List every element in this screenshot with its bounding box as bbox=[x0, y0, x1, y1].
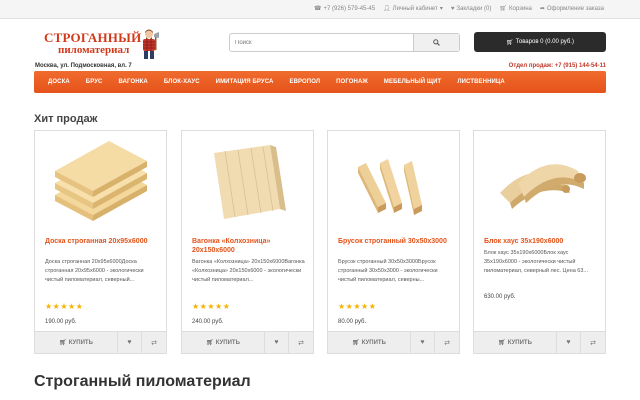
share-icon: ➦ bbox=[539, 6, 545, 12]
cart-icon: 🛒︎ bbox=[498, 340, 506, 346]
product-name[interactable]: Вагонка «Колхозница» 20х150х6000 bbox=[192, 237, 308, 255]
cart-link[interactable]: 🛒︎ Корзина bbox=[499, 6, 531, 12]
heart-icon: ♥ bbox=[450, 6, 455, 12]
product-price: 240.00 руб. bbox=[192, 319, 224, 325]
section-title: Хит продаж bbox=[34, 113, 98, 125]
menu-item-mebelnyi-shchit[interactable]: МЕБЕЛЬНЫЙ ЩИТ bbox=[384, 79, 441, 85]
rating-stars: ★★★★★ bbox=[338, 302, 377, 311]
checkout-link[interactable]: ➦ Оформление заказа bbox=[540, 6, 604, 12]
product-card: Блок хаус 35х190х6000 Блок хаус 35х190х6… bbox=[473, 130, 606, 354]
cart-button-label: Товаров 0 (0.00 руб.) bbox=[515, 39, 574, 45]
menu-item-europol[interactable]: ЕВРОПОЛ bbox=[289, 79, 320, 85]
product-description: Блок хаус 35х190х6000Блок хаус 35х190х60… bbox=[484, 250, 588, 274]
cart-icon: 🛒︎ bbox=[499, 6, 507, 12]
buy-label: КУПИТЬ bbox=[361, 339, 386, 346]
product-price: 80.00 руб. bbox=[338, 319, 367, 325]
product-name[interactable]: Брусок строганный 30х50х3000 bbox=[338, 237, 454, 246]
heart-icon: ♥ bbox=[420, 339, 425, 346]
menu-item-listvennica[interactable]: ЛИСТВЕННИЦА bbox=[457, 79, 505, 85]
product-actions: 🛒︎ КУПИТЬ ♥ ⇄ bbox=[328, 331, 459, 353]
product-image[interactable] bbox=[35, 131, 166, 231]
checkout-text: Оформление заказа bbox=[546, 6, 604, 12]
product-card: Вагонка «Колхозница» 20х150х6000 Вагонка… bbox=[181, 130, 314, 354]
bookmarks-link[interactable]: ♥ Закладки (0) bbox=[451, 6, 492, 12]
exchange-icon: ⇄ bbox=[298, 339, 304, 347]
buy-label: КУПИТЬ bbox=[68, 339, 93, 346]
product-image[interactable] bbox=[474, 131, 605, 231]
logo-line2: пиломатериал bbox=[58, 44, 130, 56]
product-name[interactable]: Блок хаус 35х190х6000 bbox=[484, 237, 600, 246]
exchange-icon: ⇄ bbox=[444, 339, 450, 347]
product-description: Брусок строганный 30х50х3000Брусок строг… bbox=[338, 259, 438, 283]
cart-icon: 🛒︎ bbox=[206, 340, 214, 346]
site-logo[interactable]: Строганный пиломатериал bbox=[44, 28, 159, 62]
product-description: Доска строганная 20х95х6000Доска строган… bbox=[45, 259, 144, 283]
cart-button[interactable]: 🛒︎ Товаров 0 (0.00 руб.) bbox=[474, 32, 606, 52]
wishlist-button[interactable]: ♥ bbox=[265, 332, 289, 353]
sales-phone: Отдел продаж: +7 (915) 144-54-11 bbox=[509, 63, 606, 69]
cart-icon: 🛒︎ bbox=[352, 340, 360, 346]
menu-item-brus[interactable]: БРУС bbox=[86, 79, 103, 85]
heart-icon: ♥ bbox=[274, 339, 279, 346]
main-menu: ДОСКА БРУС ВАГОНКА БЛОК-ХАУС ИМИТАЦИЯ БР… bbox=[34, 71, 606, 93]
compare-button[interactable]: ⇄ bbox=[289, 332, 313, 353]
product-actions: 🛒︎ КУПИТЬ ♥ ⇄ bbox=[474, 331, 605, 353]
product-price: 190.00 руб. bbox=[45, 319, 77, 325]
compare-button[interactable]: ⇄ bbox=[581, 332, 605, 353]
product-actions: 🛒︎ КУПИТЬ ♥ ⇄ bbox=[182, 331, 313, 353]
menu-item-imitaciya-brusa[interactable]: ИМИТАЦИЯ БРУСА bbox=[216, 79, 274, 85]
product-card: Брусок строганный 30х50х3000 Брусок стро… bbox=[327, 130, 460, 354]
buy-label: КУПИТЬ bbox=[507, 339, 532, 346]
exchange-icon: ⇄ bbox=[590, 339, 596, 347]
product-description: Вагонка «Колхозница» 20х150х6000Вагонка … bbox=[192, 259, 305, 283]
buy-button[interactable]: 🛒︎ КУПИТЬ bbox=[328, 332, 411, 353]
user-icon: 👤︎ bbox=[383, 6, 391, 12]
wishlist-button[interactable]: ♥ bbox=[557, 332, 581, 353]
search-box bbox=[229, 33, 460, 52]
search-icon bbox=[433, 39, 440, 46]
wishlist-button[interactable]: ♥ bbox=[411, 332, 435, 353]
top-bar: ☎ +7 (926) 579-45-45 👤︎ Личный кабинет ▾ ♥ З… bbox=[0, 0, 640, 19]
cart-text: Корзина bbox=[508, 6, 532, 12]
lumberjack-icon bbox=[143, 29, 159, 59]
cart-icon: 🛒︎ bbox=[506, 39, 514, 46]
sales-label: Отдел продаж: bbox=[508, 63, 554, 69]
phone-text: +7 (926) 579-45-45 bbox=[323, 6, 376, 12]
caret-down-icon: ▾ bbox=[439, 6, 443, 12]
buy-button[interactable]: 🛒︎ КУПИТЬ bbox=[474, 332, 557, 353]
phone-icon: ☎ bbox=[314, 6, 322, 12]
product-actions: 🛒︎ КУПИТЬ ♥ ⇄ bbox=[35, 331, 166, 353]
menu-item-pogonazh[interactable]: ПОГОНАЖ bbox=[336, 79, 368, 85]
search-button[interactable] bbox=[413, 34, 459, 51]
menu-item-doska[interactable]: ДОСКА bbox=[48, 79, 70, 85]
account-text: Личный кабинет bbox=[392, 6, 438, 12]
account-link[interactable]: 👤︎ Личный кабинет ▾ bbox=[383, 6, 443, 12]
wishlist-button[interactable]: ♥ bbox=[118, 332, 142, 353]
buy-button[interactable]: 🛒︎ КУПИТЬ bbox=[182, 332, 265, 353]
product-image[interactable] bbox=[182, 131, 313, 231]
menu-item-blok-haus[interactable]: БЛОК-ХАУС bbox=[164, 79, 200, 85]
compare-button[interactable]: ⇄ bbox=[142, 332, 166, 353]
page-heading: Строганный пиломатериал bbox=[34, 373, 251, 390]
buy-label: КУПИТЬ bbox=[215, 339, 240, 346]
store-address: Москва, ул. Подмосковная, вл. 7 bbox=[35, 63, 132, 69]
rating-stars: ★★★★★ bbox=[192, 302, 231, 311]
heart-icon: ♥ bbox=[127, 339, 132, 346]
phone-link[interactable]: ☎ +7 (926) 579-45-45 bbox=[314, 6, 375, 12]
top-nav: ☎ +7 (926) 579-45-45 👤︎ Личный кабинет ▾ ♥ З… bbox=[314, 6, 604, 12]
bookmarks-text: Закладки (0) bbox=[456, 6, 492, 12]
product-card: Доска строганная 20х95х6000 Доска строга… bbox=[34, 130, 167, 354]
exchange-icon: ⇄ bbox=[151, 339, 157, 347]
rating-stars: ★★★★★ bbox=[45, 302, 84, 311]
product-image[interactable] bbox=[328, 131, 459, 231]
search-input[interactable] bbox=[230, 34, 413, 51]
compare-button[interactable]: ⇄ bbox=[435, 332, 459, 353]
heart-icon: ♥ bbox=[566, 339, 571, 346]
product-price: 630.00 руб. bbox=[484, 294, 516, 300]
menu-item-vagonka[interactable]: ВАГОНКА bbox=[118, 79, 147, 85]
product-name[interactable]: Доска строганная 20х95х6000 bbox=[45, 237, 161, 246]
cart-icon: 🛒︎ bbox=[59, 340, 67, 346]
buy-button[interactable]: 🛒︎ КУПИТЬ bbox=[35, 332, 118, 353]
sales-phone-number[interactable]: +7 (915) 144-54-11 bbox=[555, 63, 606, 69]
